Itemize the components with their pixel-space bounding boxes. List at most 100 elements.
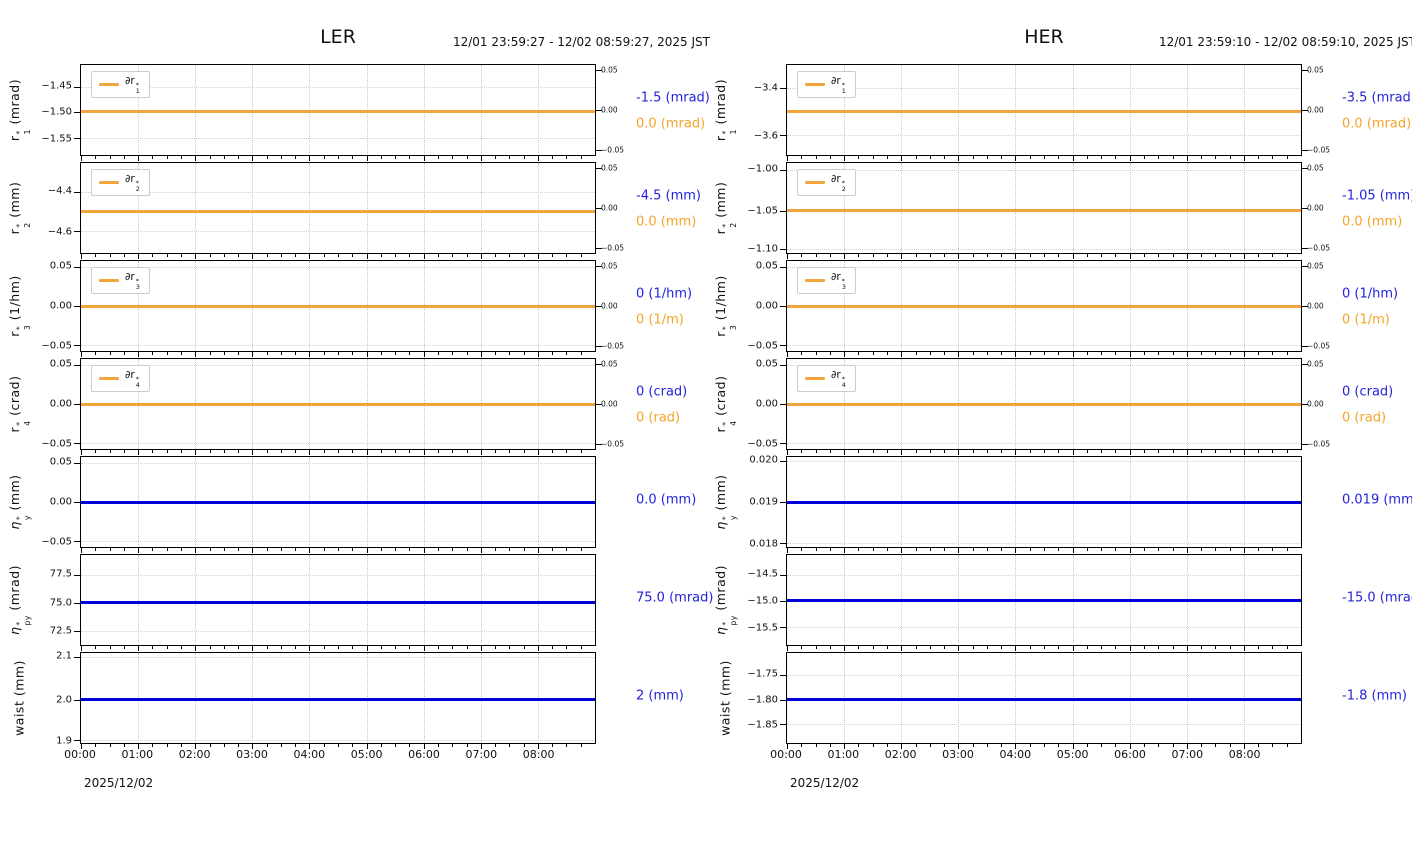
x-minor-tick [986, 450, 988, 453]
x-minor-tick [552, 548, 554, 551]
x-tick-label: 07:00 [1171, 748, 1204, 761]
x-minor-tick [972, 352, 974, 355]
plot-frame-eta-y [74, 456, 596, 553]
x-minor-tick [1158, 254, 1160, 257]
y-tick-label: −1.50 [41, 106, 72, 118]
value-readout-r1-orange: 0.0 (mrad) [1342, 116, 1412, 132]
y-tick [74, 137, 80, 139]
right-y-tick-label: −0.05 [601, 243, 624, 253]
x-minor-tick [1215, 352, 1217, 355]
x-major-tick [1072, 254, 1074, 259]
right-y-tick-label: −0.05 [601, 145, 624, 155]
x-minor-tick [915, 548, 917, 551]
x-minor-tick [323, 450, 325, 453]
y-tick [780, 404, 786, 405]
x-minor-tick [280, 646, 282, 649]
x-minor-tick [580, 548, 582, 551]
x-minor-tick [409, 646, 411, 649]
x-minor-tick [280, 548, 282, 551]
subplot-waist: waist (mm) 2.1 2.0 1.9 2 (mm) [0, 650, 706, 749]
x-tick-label: 07:00 [465, 748, 498, 761]
x-minor-tick [972, 646, 974, 649]
x-tick-label: 02:00 [884, 748, 917, 761]
x-minor-tick [552, 744, 554, 747]
x-major-tick [480, 156, 482, 161]
x-major-tick [901, 352, 903, 357]
right-y-tick-label: 0.00 [1307, 301, 1324, 311]
x-minor-tick [380, 548, 382, 551]
x-major-tick [1186, 646, 1188, 651]
x-major-tick [1072, 156, 1074, 161]
y-tick [74, 86, 80, 88]
gridline-vertical [195, 163, 197, 253]
x-minor-tick [1215, 744, 1217, 747]
value-readout-eta-py-blue: -15.0 (mrad) [1342, 590, 1412, 606]
right-y-tick-label: 0.00 [601, 399, 618, 409]
x-minor-tick [1101, 156, 1103, 159]
legend-label: ∂r * 2 [125, 173, 140, 194]
y-tick-label: −0.05 [747, 340, 778, 352]
x-minor-tick [1044, 254, 1045, 257]
y-tick [74, 574, 80, 576]
x-minor-tick [509, 254, 511, 257]
x-minor-tick [437, 548, 439, 551]
x-minor-tick [1143, 156, 1145, 159]
x-major-tick [252, 548, 254, 553]
y-tick-label: 0.00 [755, 300, 778, 312]
x-minor-tick [1115, 744, 1117, 747]
plot-frame-eta-py [780, 554, 1302, 651]
x-major-tick [252, 450, 254, 455]
x-minor-tick [123, 646, 125, 649]
subplot-r4: ∂r * 4 r * 4 (crad) 0.05 0.00 −0.05 0.05 0.00 −0.05… [0, 358, 706, 455]
x-major-tick [1015, 156, 1017, 161]
x-minor-tick [338, 744, 339, 747]
x-tick-label: 08:00 [522, 748, 555, 761]
x-tick-label: 04:00 [293, 748, 326, 761]
x-minor-tick [409, 450, 411, 453]
x-minor-tick [166, 744, 168, 747]
y-tick-label: 0.018 [749, 538, 778, 550]
x-axis-date-ler: 2025/12/02 [84, 776, 154, 790]
x-minor-tick [152, 156, 154, 159]
x-minor-tick [1258, 352, 1260, 355]
x-minor-tick [352, 646, 354, 649]
x-minor-tick [238, 548, 240, 551]
legend-label: ∂r * 3 [831, 271, 846, 292]
x-major-tick [844, 156, 846, 161]
x-major-tick [1243, 548, 1245, 553]
x-major-tick [366, 548, 368, 553]
x-minor-tick [523, 254, 525, 257]
y-tick [74, 231, 80, 233]
x-minor-tick [1201, 450, 1203, 453]
gridline-horizontal [787, 135, 1301, 137]
x-major-tick [901, 254, 903, 259]
x-minor-tick [1286, 156, 1288, 159]
x-minor-tick [886, 646, 888, 649]
x-minor-tick [338, 352, 339, 355]
x-major-tick [1243, 352, 1245, 357]
gridline-horizontal [81, 442, 595, 444]
x-major-tick [81, 254, 82, 259]
value-readout-r4-blue: 0 (crad) [636, 384, 688, 400]
y-tick [74, 365, 80, 367]
x-minor-tick [986, 254, 988, 257]
x-minor-tick [1115, 352, 1117, 355]
x-minor-tick [1272, 744, 1274, 747]
x-minor-tick [886, 156, 888, 159]
x-major-tick [537, 254, 539, 259]
x-tick-label: 01:00 [827, 748, 860, 761]
x-minor-tick [180, 352, 182, 355]
x-major-tick [1243, 254, 1245, 259]
value-readout-r4-orange: 0 (rad) [636, 410, 681, 426]
x-minor-tick [1101, 548, 1103, 551]
x-tick-label: 02:00 [178, 748, 211, 761]
x-tick-label: 05:00 [1056, 748, 1089, 761]
y-tick-label: 0.05 [49, 260, 72, 272]
x-tick-label: 00:00 [64, 748, 96, 761]
x-minor-tick [223, 548, 225, 551]
subplot-stack-ler: ∂r * 1 r * 1 (mrad) −1.45 −1.50 −1.55 0.05 0.00 −0.… [0, 64, 713, 750]
x-major-tick [252, 254, 254, 259]
x-major-tick [195, 254, 197, 259]
x-minor-tick [915, 352, 917, 355]
right-y-tick-label: 0.05 [601, 65, 618, 75]
